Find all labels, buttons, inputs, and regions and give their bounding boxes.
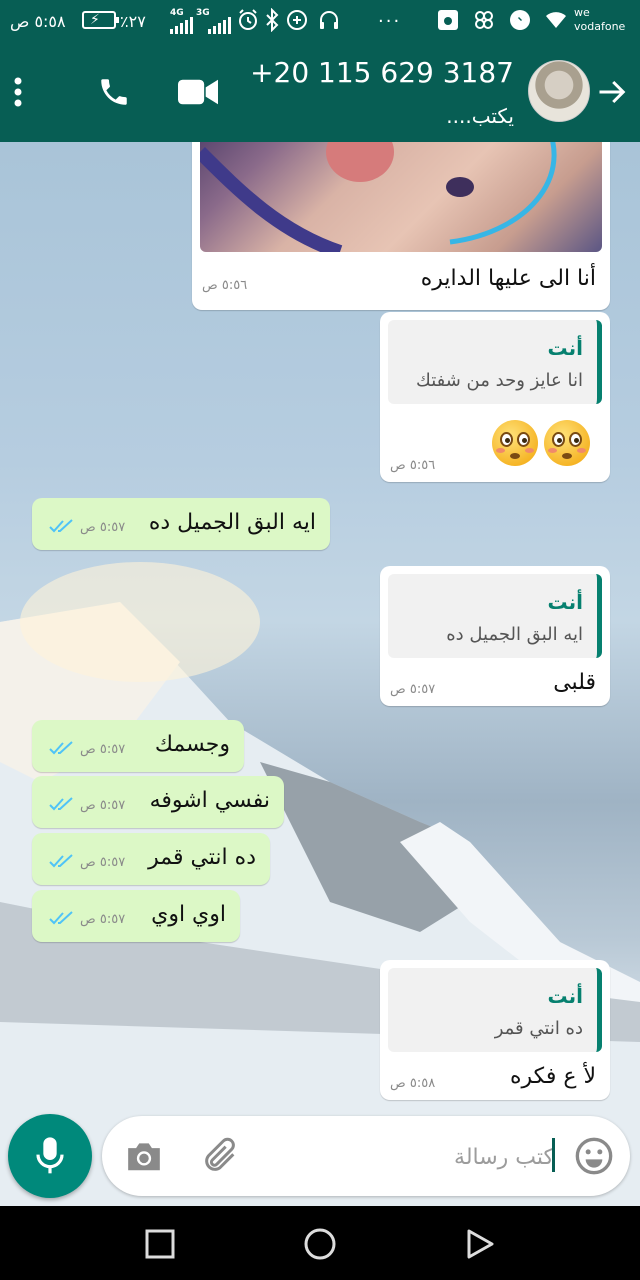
chat-area[interactable]: أنا الى عليها الدايره ٥:٥٦ ص أنت انا عاي… [0,142,640,1206]
flushed-emoji-icon [544,420,590,466]
typing-status: يكتب.... [446,104,514,128]
quoted-message[interactable]: أنت انا عايز وحد من شفتك [388,320,602,404]
message-bubble-outgoing[interactable]: ده انتي قمر ٥:٥٧ ص [32,833,270,885]
signal-icon [170,16,193,34]
photo-image [200,142,557,252]
read-ticks-icon [49,911,73,925]
mic-icon [36,1137,64,1174]
status-bar: ٥:٥٨ ص ⚡ ٪٢٧ 4G 3G ··· we vodafone [0,0,640,42]
message-photo[interactable] [200,142,602,252]
chat-header: +20 115 629 3187 يكتب.... [0,42,640,142]
camera-icon [128,1143,160,1171]
app-icon [475,11,493,29]
message-text: لأ ع فكره [510,1064,596,1089]
contact-name[interactable]: +20 115 629 3187 [250,56,514,89]
message-bubble-outgoing[interactable]: ايه البق الجميل ده ٥:٥٧ ص [32,498,330,550]
home-icon [304,1228,336,1260]
message-bubble-incoming[interactable]: أنت ده انتي قمر لأ ع فكره ٥:٥٨ ص [380,960,610,1100]
message-text: ايه البق الجميل ده [148,510,316,535]
back-button[interactable] [592,70,632,114]
system-nav-bar [0,1206,640,1280]
battery-percent: ٪٢٧ [120,11,146,31]
message-time: ٥:٥٧ ص [80,520,126,535]
read-ticks-icon [49,854,73,868]
quote-author: أنت [547,336,583,360]
back-nav-button[interactable] [460,1224,500,1264]
message-caption: أنا الى عليها الدايره [420,266,596,291]
recents-icon [145,1229,175,1259]
message-time: ٥:٥٧ ص [80,742,126,757]
headphones-icon [320,11,338,29]
gallery-icon [438,10,458,30]
bluetooth-icon [266,8,279,32]
video-call-icon [178,79,218,105]
emoji-icon [575,1137,613,1175]
message-time: ٥:٥٧ ص [80,912,126,927]
message-time: ٥:٥٨ ص [390,1076,436,1091]
message-text: وجسمك [154,732,230,757]
carrier-line-2: vodafone [574,20,626,33]
attach-icon [205,1137,235,1171]
message-time: ٥:٥٧ ص [80,855,126,870]
quote-text: انا عايز وحد من شفتك [416,370,583,391]
message-bubble-outgoing[interactable]: اوي اوي ٥:٥٧ ص [32,890,240,942]
attach-button[interactable] [198,1134,242,1178]
recents-button[interactable] [140,1224,180,1264]
message-text: قلبى [553,670,596,695]
wifi-icon [546,12,566,28]
read-ticks-icon [49,519,73,533]
carrier-label: we vodafone [574,6,625,34]
camera-button[interactable] [122,1134,166,1178]
message-text: ده انتي قمر [148,845,256,870]
menu-icon [14,77,22,107]
home-button[interactable] [300,1224,340,1264]
quote-text: ده انتي قمر [494,1018,583,1039]
more-dots: ··· [378,10,402,32]
message-bubble-incoming[interactable]: أنت ايه البق الجميل ده قلبى ٥:٥٧ ص [380,566,610,706]
message-text: نفسي اشوفه [149,788,270,813]
message-bubble-incoming[interactable]: أنت انا عايز وحد من شفتك ٥:٥٦ ص [380,312,610,482]
read-ticks-icon [49,797,73,811]
message-bubble-outgoing[interactable]: نفسي اشوفه ٥:٥٧ ص [32,776,284,828]
messenger-icon [510,10,530,30]
emoji-button[interactable] [572,1134,616,1178]
voice-call-icon [101,79,127,105]
avatar[interactable] [528,60,590,122]
message-compose-field[interactable] [102,1116,630,1196]
back-arrow-icon [599,80,626,104]
quoted-message[interactable]: أنت ايه البق الجميل ده [388,574,602,658]
message-time: ٥:٥٧ ص [80,798,126,813]
voice-call-button[interactable] [92,70,136,114]
text-caret [552,1138,555,1172]
message-input[interactable] [314,1140,554,1174]
back-icon [467,1229,494,1259]
battery-icon: ⚡ [82,11,119,29]
menu-button[interactable] [0,70,36,114]
quote-author: أنت [547,984,583,1008]
message-bubble-outgoing[interactable]: وجسمك ٥:٥٧ ص [32,720,244,772]
signal-icon [208,16,231,34]
message-time: ٥:٥٦ ص [390,458,436,473]
quote-author: أنت [547,590,583,614]
message-time: ٥:٥٦ ص [202,278,248,293]
message-text: اوي اوي [151,902,226,927]
quote-text: ايه البق الجميل ده [446,624,583,645]
alarm-icon [239,9,257,30]
data-saver-icon [287,10,307,30]
read-ticks-icon [49,741,73,755]
flushed-emoji-icon [492,420,538,466]
voice-record-button[interactable] [8,1114,92,1198]
carrier-line-1: we [574,6,590,19]
quoted-message[interactable]: أنت ده انتي قمر [388,968,602,1052]
message-bubble-incoming[interactable]: أنا الى عليها الدايره ٥:٥٦ ص [192,142,610,310]
video-call-button[interactable] [176,70,220,114]
message-time: ٥:٥٧ ص [390,682,436,697]
status-time: ٥:٥٨ ص [10,11,66,31]
